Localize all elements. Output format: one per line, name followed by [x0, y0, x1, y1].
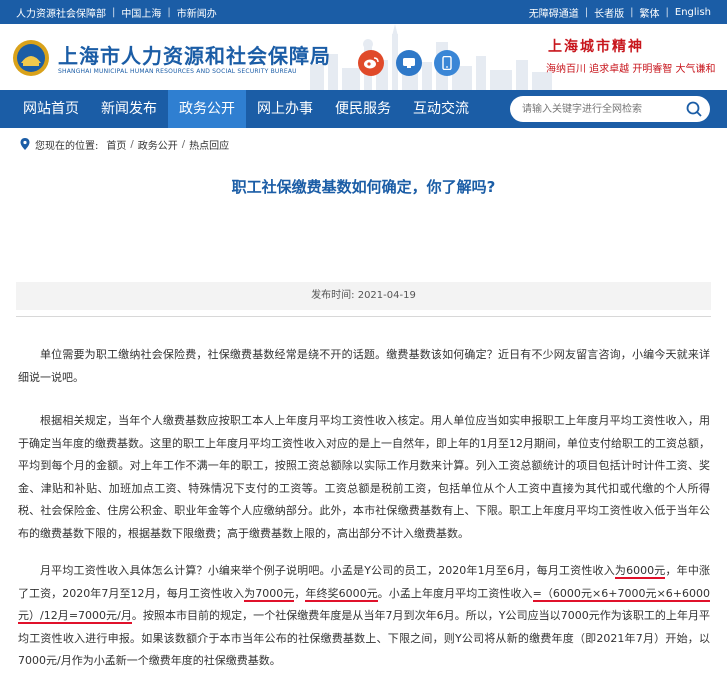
location-pin-icon	[20, 138, 30, 150]
skyline-illustration	[310, 24, 552, 90]
publish-date: 发布时间: 2021-04-19	[311, 290, 416, 301]
separator: |	[665, 6, 669, 18]
underlined-value-7000: 为7000元	[244, 586, 295, 602]
top-link-mohrss[interactable]: 人力资源社会保障部	[16, 5, 106, 20]
site-logo-subtitle: SHANGHAI MUNICIPAL HUMAN RESOURCES AND S…	[58, 68, 297, 75]
article-paragraph-2: 根据相关规定，当年个人缴费基数应按职工本人上年度月平均工资性收入核定。用人单位应…	[18, 414, 710, 540]
top-links-right: 无障碍通道 | 长者版 | 繁体 | English	[529, 0, 711, 24]
article-paragraph-1: 单位需要为职工缴纳社会保险费，社保缴费基数经常是绕不开的话题。缴费基数该如何确定…	[18, 348, 710, 384]
wechat-icon[interactable]	[396, 50, 422, 76]
breadcrumb-hot-responses[interactable]: 热点回应	[189, 137, 229, 152]
p3-text: ，	[294, 586, 306, 600]
top-link-press-office[interactable]: 市新闻办	[177, 5, 217, 20]
separator: |	[630, 6, 634, 18]
city-spirit-title: 上海城市精神	[548, 39, 644, 55]
top-link-english[interactable]: English	[675, 7, 711, 18]
breadcrumb-home[interactable]: 首页	[106, 137, 126, 152]
search-input[interactable]	[522, 100, 682, 118]
separator: |	[167, 6, 171, 18]
article-title: 职工社保缴费基数如何确定，你了解吗?	[231, 178, 496, 196]
divider	[16, 316, 711, 317]
breadcrumb: 您现在的位置: 首页 / 政务公开 / 热点回应	[20, 136, 229, 152]
top-links-left: 人力资源社会保障部 | 中国上海 | 市新闻办	[16, 0, 217, 24]
top-link-accessibility[interactable]: 无障碍通道	[529, 5, 579, 20]
nav-item-online-services[interactable]: 网上办事	[246, 90, 324, 128]
separator: |	[584, 6, 589, 18]
breadcrumb-label: 您现在的位置:	[35, 140, 99, 152]
nav-item-government-affairs[interactable]: 政务公开	[168, 90, 246, 128]
main-nav: 网站首页 新闻发布 政务公开 网上办事 便民服务 互动交流	[0, 90, 727, 128]
mobile-icon[interactable]	[434, 50, 460, 76]
separator: |	[112, 6, 116, 18]
p3-text: 月平均工资性收入具体怎么计算？小编来举个例子说明吧。小孟是Y公司的员工，2020…	[40, 564, 615, 577]
site-logo-title[interactable]: 上海市人力资源和社会保障局	[58, 40, 331, 69]
top-utility-bar: 人力资源社会保障部 | 中国上海 | 市新闻办 无障碍通道 | 长者版 | 繁体…	[0, 0, 727, 24]
site-header: 上海市人力资源和社会保障局 SHANGHAI MUNICIPAL HUMAN R…	[0, 24, 727, 90]
site-search	[510, 96, 710, 122]
nav-item-interaction[interactable]: 互动交流	[402, 90, 480, 128]
nav-item-home[interactable]: 网站首页	[12, 90, 90, 128]
top-link-elder-version[interactable]: 长者版	[594, 5, 624, 20]
underlined-year-end-bonus: 年终奖6000元	[305, 586, 378, 602]
nav-item-public-services[interactable]: 便民服务	[324, 90, 402, 128]
breadcrumb-separator: /	[181, 138, 186, 150]
top-link-china-shanghai[interactable]: 中国上海	[121, 5, 161, 20]
city-spirit-text: 海纳百川 追求卓越 开明睿智 大气谦和	[546, 64, 716, 75]
publish-date-bar: 发布时间: 2021-04-19	[16, 282, 711, 310]
p3-text: 。小孟上年度月平均工资性收入	[377, 586, 533, 600]
nav-item-news[interactable]: 新闻发布	[90, 90, 168, 128]
breadcrumb-separator: /	[130, 138, 134, 150]
article-paragraph-3: 月平均工资性收入具体怎么计算？小编来举个例子说明吧。小孟是Y公司的员工，2020…	[18, 560, 711, 673]
weibo-icon[interactable]	[358, 50, 384, 76]
underlined-value-6000: 为6000元	[614, 564, 666, 579]
search-icon[interactable]	[686, 101, 702, 117]
breadcrumb-government-affairs[interactable]: 政务公开	[138, 137, 178, 152]
top-link-traditional[interactable]: 繁体	[640, 5, 660, 20]
bureau-emblem-icon	[13, 40, 49, 76]
